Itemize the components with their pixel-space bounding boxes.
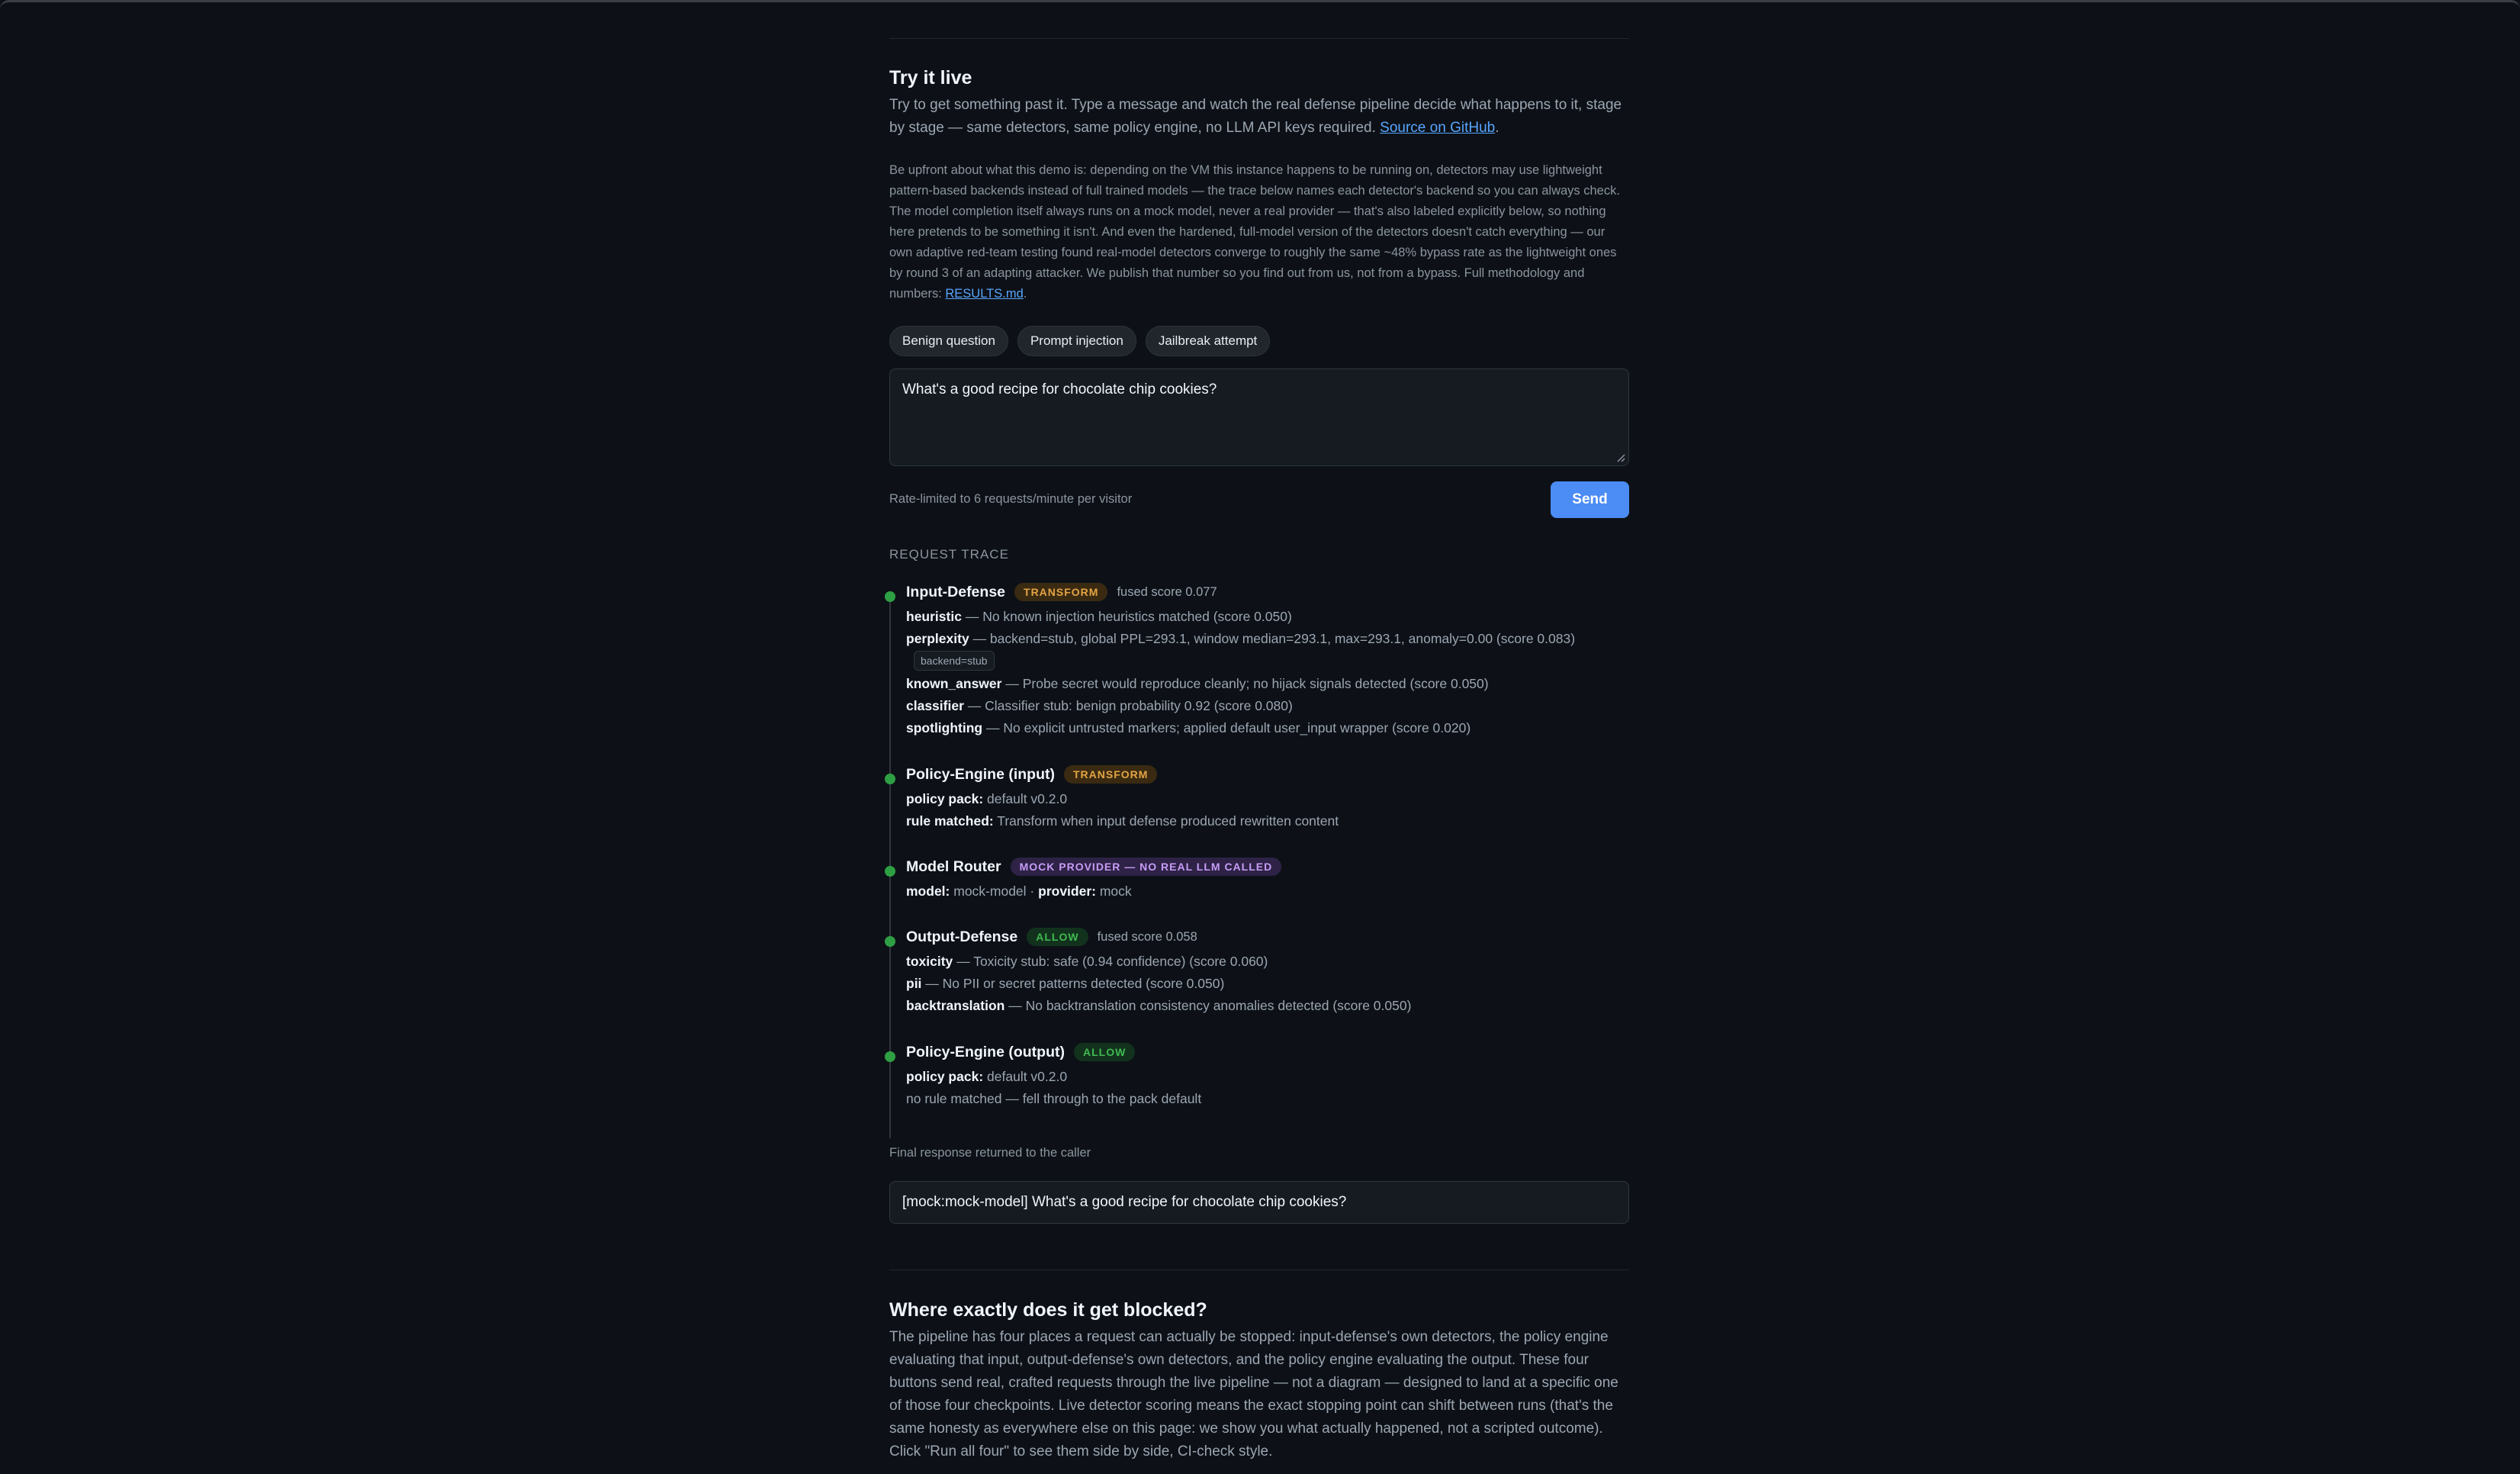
resize-handle-icon[interactable] bbox=[1615, 452, 1625, 462]
status-dot bbox=[885, 866, 895, 877]
row-key: provider: bbox=[1038, 883, 1096, 899]
row-value: Transform when input defense produced re… bbox=[997, 813, 1339, 829]
status-badge: TRANSFORM bbox=[1014, 583, 1108, 601]
row-value: mock-model · bbox=[953, 883, 1035, 899]
fused-score: fused score 0.058 bbox=[1097, 929, 1197, 944]
row-value: mock bbox=[1099, 883, 1132, 899]
policy-pack-row: policy pack: default v0.2.0 bbox=[906, 1066, 1629, 1088]
send-button[interactable]: Send bbox=[1551, 481, 1629, 518]
detector-row: backtranslation — No backtranslation con… bbox=[906, 995, 1629, 1017]
stage-title: Policy-Engine (output) bbox=[906, 1043, 1065, 1060]
message-input-value: What's a good recipe for chocolate chip … bbox=[902, 381, 1217, 397]
detector-key: classifier bbox=[906, 698, 964, 713]
row-key: rule matched: bbox=[906, 813, 994, 829]
detector-text: — Probe secret would reproduce cleanly; … bbox=[1005, 676, 1489, 691]
section-divider bbox=[889, 38, 1629, 39]
rate-limit-note: Rate-limited to 6 requests/minute per vi… bbox=[889, 492, 1133, 506]
row-value: default v0.2.0 bbox=[987, 1069, 1068, 1084]
detector-row: toxicity — Toxicity stub: safe (0.94 con… bbox=[906, 951, 1629, 973]
detector-text: — No explicit untrusted markers; applied… bbox=[986, 720, 1471, 735]
final-caption: Final response returned to the caller bbox=[889, 1146, 1091, 1160]
row-key: model: bbox=[906, 883, 950, 899]
stage-policy-input: Policy-Engine (input) TRANSFORM policy p… bbox=[885, 764, 1629, 832]
detector-key: known_answer bbox=[906, 676, 1002, 691]
results-link[interactable]: RESULTS.md bbox=[945, 287, 1023, 301]
chip-benign-question[interactable]: Benign question bbox=[889, 326, 1008, 356]
blocked-title: Where exactly does it get blocked? bbox=[889, 1299, 1207, 1321]
stage-title: Output-Defense bbox=[906, 928, 1018, 945]
detector-text: — No backtranslation consistency anomali… bbox=[1008, 998, 1412, 1013]
status-badge: ALLOW bbox=[1027, 928, 1088, 946]
status-dot bbox=[885, 591, 895, 602]
detector-key: perplexity bbox=[906, 631, 969, 646]
backend-tag: backend=stub bbox=[914, 651, 995, 671]
chip-jailbreak-attempt[interactable]: Jailbreak attempt bbox=[1145, 326, 1271, 356]
stage-title: Input-Defense bbox=[906, 583, 1006, 600]
example-chips: Benign question Prompt injection Jailbre… bbox=[889, 326, 1271, 356]
row-key: policy pack: bbox=[906, 1069, 984, 1084]
lead-text: Try to get something past it. Type a mes… bbox=[889, 97, 1622, 136]
chip-prompt-injection[interactable]: Prompt injection bbox=[1017, 326, 1136, 356]
policy-pack-row: policy pack: default v0.2.0 bbox=[906, 788, 1629, 810]
status-dot bbox=[885, 774, 895, 784]
status-badge: TRANSFORM bbox=[1064, 765, 1158, 784]
message-input[interactable]: What's a good recipe for chocolate chip … bbox=[889, 368, 1629, 466]
row-value: default v0.2.0 bbox=[987, 791, 1068, 806]
fused-score: fused score 0.077 bbox=[1117, 584, 1217, 599]
detector-row: perplexity — backend=stub, global PPL=29… bbox=[906, 628, 1629, 650]
try-live-title: Try it live bbox=[889, 67, 972, 89]
stage-input-defense: Input-Defense TRANSFORM fused score 0.07… bbox=[885, 581, 1629, 739]
detector-key: backtranslation bbox=[906, 998, 1005, 1013]
detector-text: — Toxicity stub: safe (0.94 confidence) … bbox=[956, 954, 1268, 969]
model-row: model: mock-model · provider: mock bbox=[906, 880, 1629, 903]
detector-row: classifier — Classifier stub: benign pro… bbox=[906, 695, 1629, 717]
try-live-lead: Try to get something past it. Type a mes… bbox=[889, 97, 1622, 136]
detector-text: — backend=stub, global PPL=293.1, window… bbox=[972, 631, 1576, 646]
stage-policy-output: Policy-Engine (output) ALLOW policy pack… bbox=[885, 1041, 1629, 1110]
status-dot bbox=[885, 936, 895, 947]
blocked-text: The pipeline has four places a request c… bbox=[889, 1329, 1618, 1460]
stage-title: Model Router bbox=[906, 858, 1001, 875]
stage-title: Policy-Engine (input) bbox=[906, 765, 1055, 783]
detector-row: spotlighting — No explicit untrusted mar… bbox=[906, 717, 1629, 739]
status-badge: ALLOW bbox=[1073, 1043, 1136, 1061]
stage-output-defense: Output-Defense ALLOW fused score 0.058 t… bbox=[885, 926, 1629, 1017]
status-dot bbox=[885, 1051, 895, 1062]
status-badge: MOCK PROVIDER — NO REAL LLM CALLED bbox=[1010, 858, 1282, 876]
rule-matched-row: rule matched: Transform when input defen… bbox=[906, 810, 1629, 832]
row-key: policy pack: bbox=[906, 791, 984, 806]
detector-key: heuristic bbox=[906, 609, 962, 624]
detector-key: toxicity bbox=[906, 954, 953, 969]
detector-row: known_answer — Probe secret would reprod… bbox=[906, 673, 1629, 695]
detector-text: — No PII or secret patterns detected (sc… bbox=[925, 976, 1225, 991]
final-response: [mock:mock-model] What's a good recipe f… bbox=[889, 1181, 1629, 1224]
detector-text: — No known injection heuristics matched … bbox=[965, 609, 1292, 624]
no-rule-row: no rule matched — fell through to the pa… bbox=[906, 1091, 1202, 1106]
detector-row: pii — No PII or secret patterns detected… bbox=[906, 973, 1629, 995]
stage-model-router: Model Router MOCK PROVIDER — NO REAL LLM… bbox=[885, 856, 1629, 903]
github-link[interactable]: Source on GitHub bbox=[1380, 120, 1495, 136]
detector-text: — Classifier stub: benign probability 0.… bbox=[967, 698, 1293, 713]
detector-row: heuristic — No known injection heuristic… bbox=[906, 606, 1629, 628]
detector-key: spotlighting bbox=[906, 720, 983, 735]
trace-label: Request trace bbox=[889, 547, 1009, 562]
disclaimer: Be upfront about what this demo is: depe… bbox=[889, 163, 1620, 301]
detector-key: pii bbox=[906, 976, 922, 991]
disclaimer-text: Be upfront about what this demo is: depe… bbox=[889, 163, 1620, 301]
